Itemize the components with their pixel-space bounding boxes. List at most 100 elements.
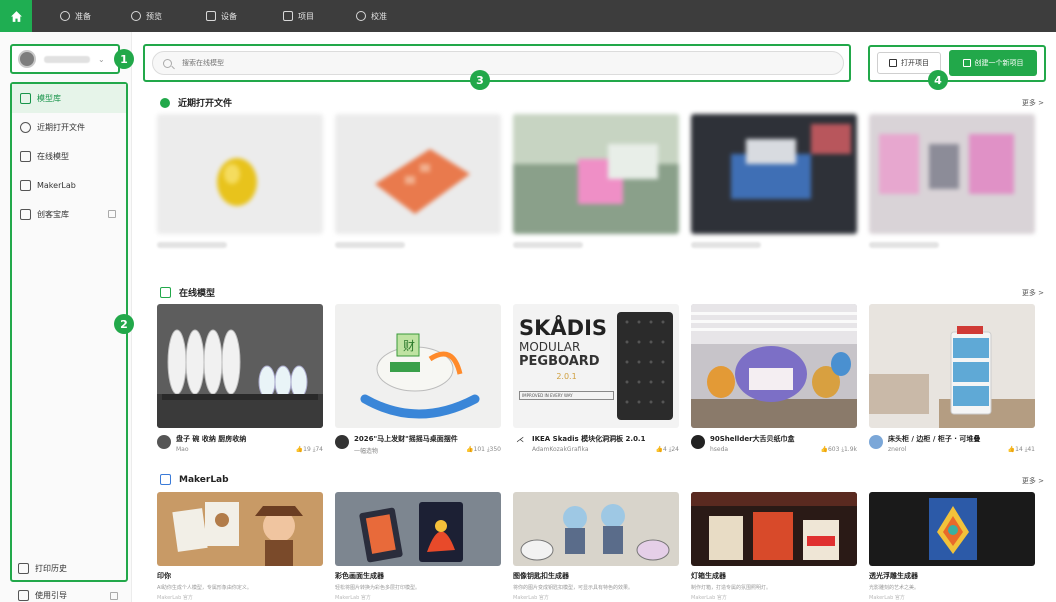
nav-preview[interactable]: 预览 [131, 0, 162, 32]
open-project-button[interactable]: 打开项目 [877, 52, 941, 74]
makerlab-card[interactable]: 灯箱生成器 制作灯箱，打造专属的氛围照明灯。 MakerLab 官方 [691, 492, 857, 601]
recent-file-card[interactable] [513, 114, 679, 248]
makerlab-title: 彩色画面生成器 [335, 572, 384, 580]
device-icon [206, 11, 216, 21]
sidebar-item-label: 打印历史 [35, 564, 67, 573]
avatar [18, 50, 36, 68]
skadis-tag: IMPROVED IN EVERY WAY [519, 391, 614, 400]
nav-prepare[interactable]: 准备 [60, 0, 91, 32]
nav-device[interactable]: 设备 [206, 0, 237, 32]
recent-file-name-blurred [157, 242, 227, 248]
online-models-row: 盘子 碗 收纳 厨房收纳 Mao 👍19 ⤓74 财 2026"马上发财"摇摇马… [157, 304, 1035, 455]
sidebar-item-label: 在线模型 [37, 152, 69, 161]
sidebar-item-label: 近期打开文件 [37, 123, 85, 132]
model-card[interactable]: 财 2026"马上发财"摇摇马桌面摆件 一幅造物 👍101 ⤓350 [335, 304, 501, 455]
recent-file-thumbnail [513, 114, 679, 234]
recent-more-link[interactable]: 更多 > [1022, 98, 1044, 108]
account-selector[interactable]: ⌄ [10, 44, 120, 74]
makerlab-card[interactable]: 印你 AI助你生成个人模型，专属形象由你定义。 MakerLab 官方 [157, 492, 323, 601]
cube-icon [20, 151, 31, 162]
avatar [691, 435, 705, 449]
makerlab-card[interactable]: 图像钥匙扣生成器 将你的图片变成钥匙扣模型，可显示具有特色的效果。 MakerL… [513, 492, 679, 601]
model-card[interactable]: SKÅDIS MODULAR PEGBOARD 2.0.1 IMPROVED I… [513, 304, 679, 455]
skadis-version: 2.0.1 [556, 372, 577, 381]
chevron-down-icon: ⌄ [98, 54, 105, 64]
avatar: ⋌ [513, 435, 527, 449]
sidebar-item-online-models[interactable]: 在线模型 [12, 142, 126, 171]
open-project-label: 打开项目 [901, 59, 929, 67]
makerlab-title: 灯箱生成器 [691, 572, 726, 580]
clock-icon [160, 97, 170, 108]
search-bar[interactable] [152, 51, 844, 75]
model-title: IKEA Skadis 模块化洞洞板 2.0.1 [532, 435, 646, 443]
section-recent-header: 近期打开文件 [160, 96, 232, 109]
makerlab-icon [20, 180, 31, 191]
recent-file-thumbnail [869, 114, 1035, 234]
online-more-link[interactable]: 更多 > [1022, 288, 1044, 298]
makerlab-more-link[interactable]: 更多 > [1022, 476, 1044, 486]
makerlab-row: 印你 AI助你生成个人模型，专属形象由你定义。 MakerLab 官方 彩色画面… [157, 492, 1035, 601]
home-button[interactable] [0, 0, 32, 32]
makerlab-title: 印你 [157, 572, 171, 580]
makerlab-desc: AI助你生成个人模型，专属形象由你定义。 [157, 585, 252, 591]
nav-calibration[interactable]: 校准 [356, 0, 387, 32]
recent-file-thumbnail [335, 114, 501, 234]
nav-preview-label: 预览 [146, 11, 162, 21]
sidebar-item-recent-files[interactable]: 近期打开文件 [12, 113, 126, 142]
model-card[interactable]: 盘子 碗 收纳 厨房收纳 Mao 👍19 ⤓74 [157, 304, 323, 455]
model-title: 盘子 碗 收纳 厨房收纳 [176, 435, 247, 443]
prepare-icon [60, 11, 70, 21]
recent-file-card[interactable] [691, 114, 857, 248]
model-title: 90Shellder大舌贝纸巾盒 [710, 435, 795, 443]
calibration-icon [356, 11, 366, 21]
makerlab-tag: MakerLab 官方 [513, 595, 549, 601]
makerlab-card[interactable]: 透光浮雕生成器 光影雕刻的艺术之美。 MakerLab 官方 [869, 492, 1035, 601]
sidebar-item-label: 创客宝库 [37, 210, 69, 219]
nav-device-label: 设备 [221, 11, 237, 21]
sidebar-item-maker-treasury[interactable]: 创客宝库 [12, 200, 126, 229]
sidebar-nav: 模型库 近期打开文件 在线模型 MakerLab 创客宝库 [10, 82, 128, 582]
recent-file-name-blurred [335, 242, 405, 248]
model-stats: 👍14 ⤓41 [1007, 446, 1035, 453]
model-thumbnail [691, 304, 857, 428]
model-stats: 👍101 ⤓350 [466, 446, 501, 453]
external-link-icon [110, 592, 118, 600]
home-icon [10, 10, 22, 22]
sidebar-item-label: 使用引导 [35, 591, 67, 600]
preview-icon [131, 11, 141, 21]
open-project-icon [889, 59, 897, 67]
recent-file-card[interactable] [869, 114, 1035, 248]
nav-prepare-label: 准备 [75, 11, 91, 21]
makerlab-tag: MakerLab 官方 [691, 595, 727, 601]
account-name-blurred [44, 55, 90, 63]
sidebar: ⌄ 模型库 近期打开文件 在线模型 MakerLab 创客宝库 [0, 32, 132, 602]
marker-4: 4 [928, 70, 948, 90]
makerlab-thumbnail [157, 492, 323, 566]
create-project-button[interactable]: 创建一个新项目 [949, 50, 1037, 76]
makerlab-card[interactable]: 彩色画面生成器 轻松将图片转换为彩色多层打印模型。 MakerLab 官方 [335, 492, 501, 601]
sidebar-item-makerlab[interactable]: MakerLab [12, 171, 126, 200]
calendar-icon [20, 209, 31, 220]
search-input[interactable] [182, 59, 582, 67]
pegboard-image [617, 312, 673, 420]
model-thumbnail: SKÅDIS MODULAR PEGBOARD 2.0.1 IMPROVED I… [513, 304, 679, 428]
svg-text:财: 财 [403, 339, 415, 353]
makerlab-thumbnail [513, 492, 679, 566]
recent-file-card[interactable] [157, 114, 323, 248]
model-card[interactable]: 床头柜 / 边柜 / 柜子 · 可堆叠 znerol 👍14 ⤓41 [869, 304, 1035, 455]
sidebar-item-label: 模型库 [37, 94, 61, 103]
section-title: MakerLab [179, 474, 229, 485]
sidebar-item-model-library[interactable]: 模型库 [12, 84, 126, 113]
sidebar-item-user-guide[interactable]: 使用引导 [10, 582, 128, 602]
history-icon [18, 563, 29, 574]
makerlab-desc: 光影雕刻的艺术之美。 [869, 585, 920, 591]
home-icon [20, 93, 31, 104]
sidebar-item-print-history[interactable]: 打印历史 [10, 555, 128, 582]
recent-files-row [157, 114, 1035, 248]
search-icon [163, 58, 172, 68]
recent-file-card[interactable] [335, 114, 501, 248]
model-card[interactable]: 90Shellder大舌贝纸巾盒 hseda 👍603 ⤓1.9k [691, 304, 857, 455]
makerlab-tag: MakerLab 官方 [869, 595, 905, 601]
nav-project[interactable]: 项目 [283, 0, 314, 32]
model-stats: 👍19 ⤓74 [295, 446, 323, 453]
